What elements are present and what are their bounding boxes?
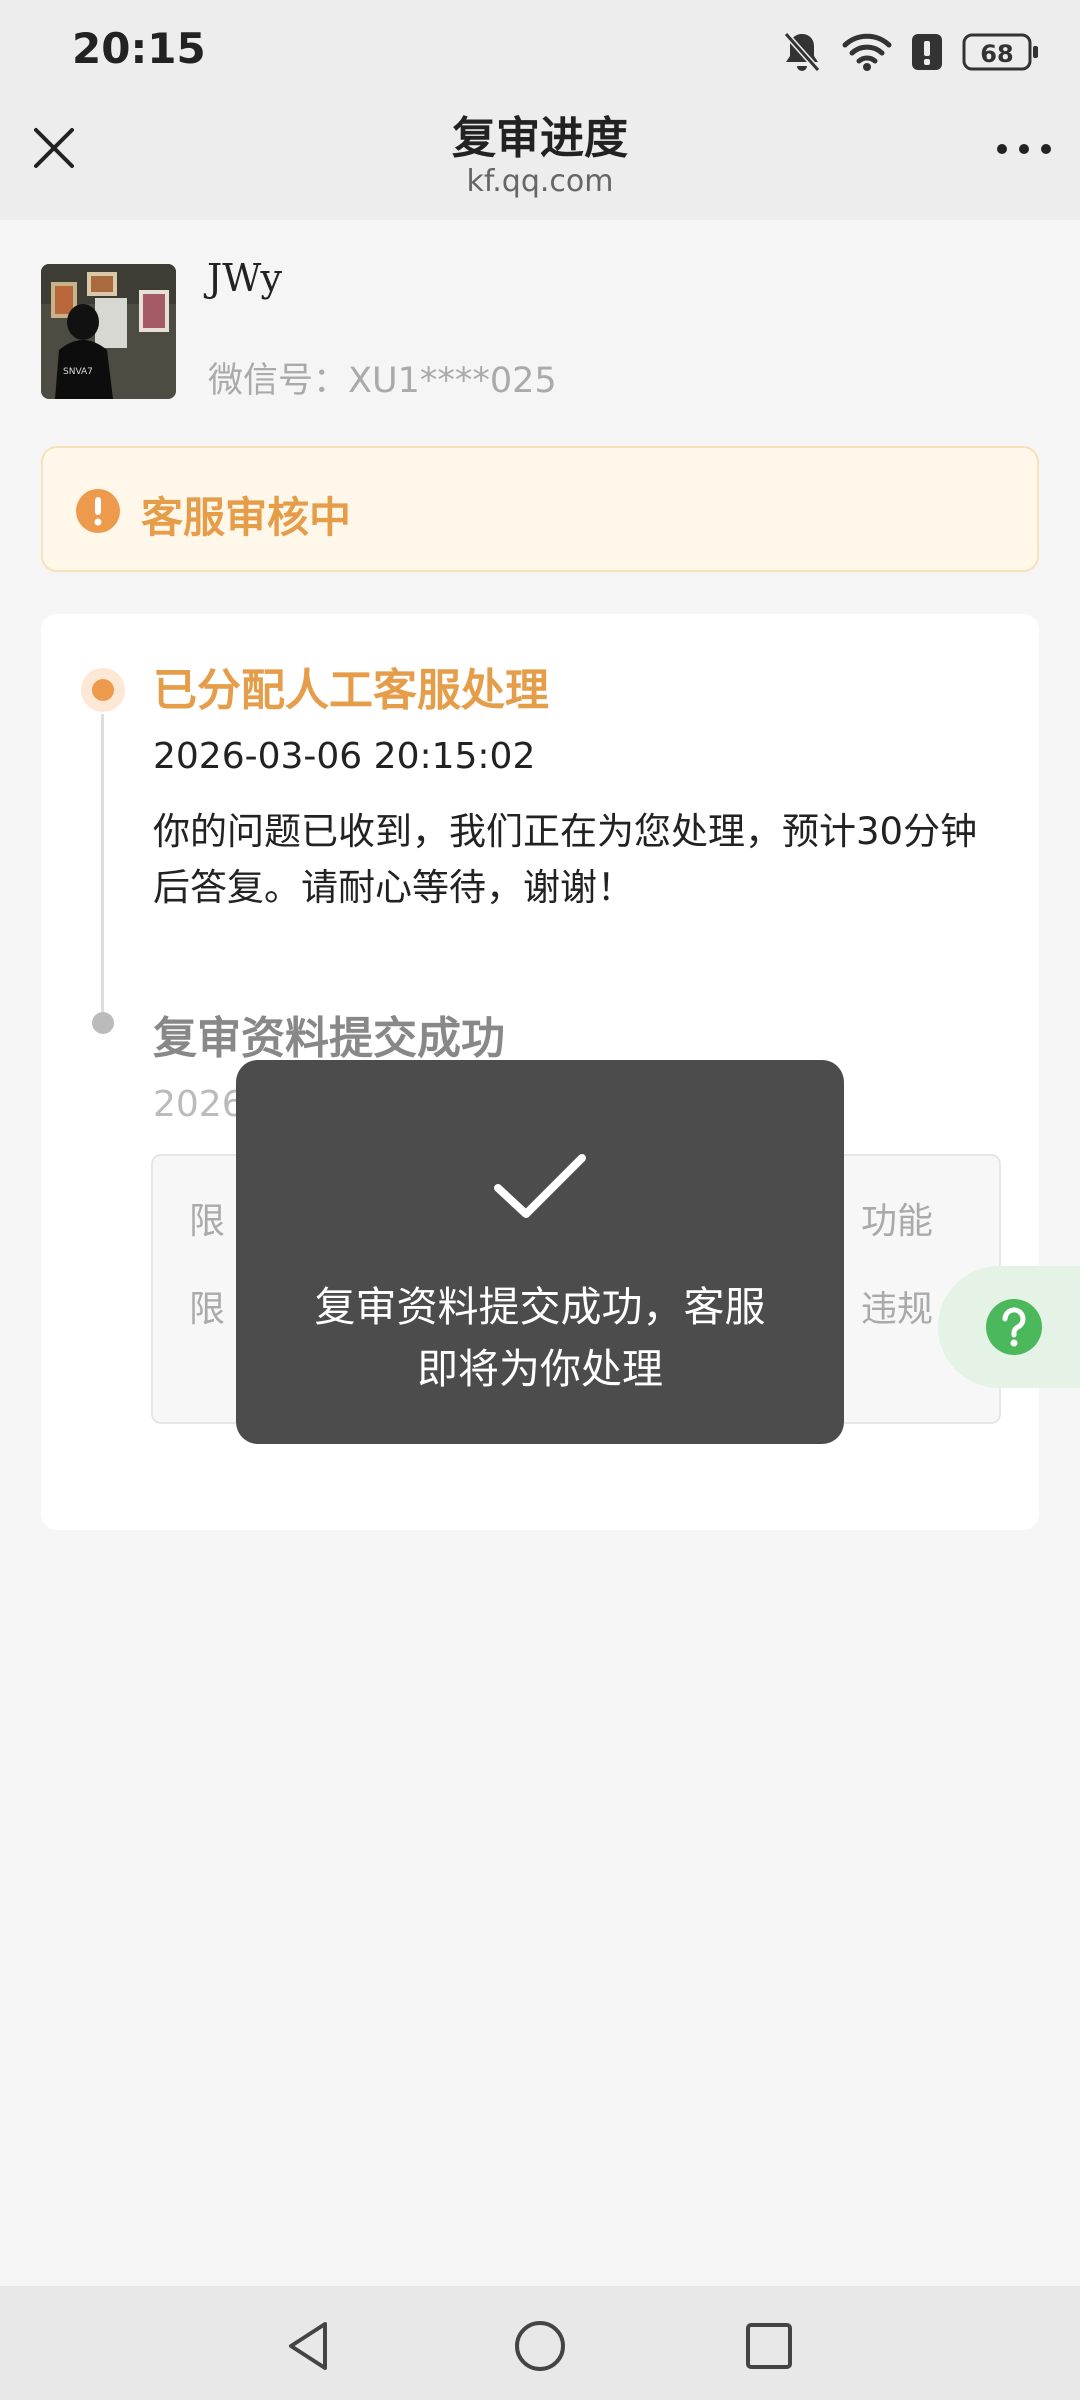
recent-apps-icon[interactable] (741, 2318, 797, 2374)
toast-message: 复审资料提交成功，客服即将为你处理 (314, 1283, 766, 1393)
checkmark-icon (492, 1152, 588, 1222)
review-status-banner: 客服审核中 (41, 446, 1039, 572)
timeline-line (101, 714, 104, 1014)
home-icon[interactable] (512, 2318, 568, 2374)
timeline-step-title: 已分配人工客服处理 (153, 665, 549, 716)
nickname: JWy (207, 256, 282, 300)
wechat-id: 微信号：XU1****025 (208, 361, 557, 401)
status-bar: 20:15 68 (0, 0, 1080, 100)
page-domain: kf.qq.com (466, 164, 614, 199)
bell-muted-icon (782, 30, 822, 74)
detail-text: 违规 (860, 1289, 933, 1330)
back-icon[interactable] (281, 2318, 337, 2374)
review-status-text: 客服审核中 (141, 493, 352, 542)
wifi-icon (842, 32, 892, 72)
detail-text: 限 (189, 1201, 226, 1242)
timeline-dot-active (81, 668, 125, 712)
timeline-step-time: 2026-03-06 20:15:02 (153, 736, 536, 777)
success-toast: 复审资料提交成功，客服即将为你处理 (236, 1060, 844, 1444)
battery-icon: 68 (962, 32, 1040, 72)
timeline-step-title: 复审资料提交成功 (153, 1013, 505, 1064)
navigation-bar: 复审进度 kf.qq.com (0, 100, 1080, 220)
battery-level: 68 (980, 40, 1013, 68)
svg-text:SNVA7: SNVA7 (63, 367, 93, 377)
page-title: 复审进度 (452, 113, 628, 164)
exclamation-icon (75, 488, 121, 534)
system-navigation-bar (0, 2286, 1080, 2400)
more-icon[interactable] (994, 134, 1054, 164)
timeline-step-time: 2026 (153, 1084, 245, 1125)
status-icons: 68 (782, 26, 1040, 78)
status-time: 20:15 (72, 24, 206, 73)
detail-text: 限 (189, 1289, 226, 1330)
detail-text: 功能 (860, 1201, 933, 1242)
avatar: SNVA7 (41, 264, 176, 399)
timeline-dot (92, 1012, 114, 1034)
question-icon (984, 1297, 1044, 1357)
timeline-step-description: 你的问题已收到，我们正在为您处理，预计30分钟后答复。请耐心等待，谢谢！ (153, 810, 978, 909)
alert-icon (912, 32, 942, 72)
help-button[interactable] (938, 1266, 1080, 1388)
